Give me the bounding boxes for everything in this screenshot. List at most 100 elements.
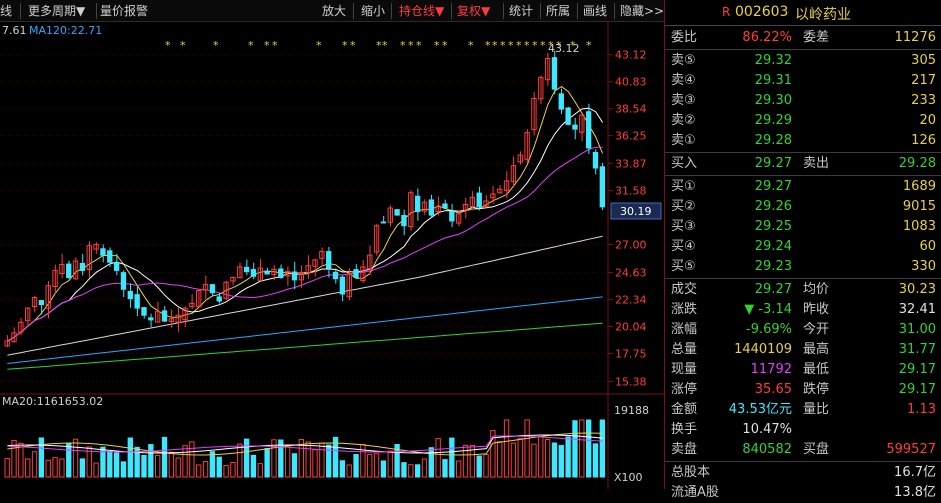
volume-bar <box>353 454 359 478</box>
ask-price[interactable]: 29.28 <box>755 131 792 151</box>
toolbar-separator <box>20 3 21 19</box>
toolbar-zoom-in-button[interactable]: 放大 <box>322 3 346 19</box>
toolbar-position-line-button[interactable]: 持仓线▼ <box>399 3 444 19</box>
toolbar-more-period-button[interactable]: 更多周期▼ <box>28 3 85 19</box>
stat-value: 32.41 <box>898 302 936 317</box>
sell-out-price[interactable]: 29.28 <box>899 154 936 174</box>
ask-price[interactable]: 29.31 <box>755 71 792 91</box>
stat-row: 总量 1440109 最高 31.77 <box>665 340 941 360</box>
event-star-marker: * <box>516 39 522 52</box>
share-label: 流通A股 <box>671 485 719 500</box>
ask-label: 卖① <box>671 133 696 148</box>
ask-price[interactable]: 29.30 <box>755 91 792 111</box>
toolbar-adjust-button[interactable]: 复权▼ <box>457 3 490 19</box>
bid-label: 买④ <box>671 239 696 254</box>
volume-bar <box>237 443 243 478</box>
ask-row: 卖⑤ 29.32 305 <box>665 51 941 71</box>
candle-body <box>565 107 571 125</box>
toolbar-line-button[interactable]: 线 <box>0 3 12 19</box>
ma5-line <box>7 85 604 342</box>
bid-price[interactable]: 29.26 <box>755 197 792 217</box>
stock-name[interactable]: 以岭药业 <box>795 4 851 24</box>
candle-body <box>585 111 592 149</box>
ask-row: 卖④ 29.31 217 <box>665 71 941 91</box>
candle-body <box>38 300 45 306</box>
toolbar-hide-button[interactable]: 隐藏>> <box>620 3 664 19</box>
toolbar-separator <box>577 3 578 19</box>
stat-label: 总量 <box>671 342 698 357</box>
volume-bar <box>442 459 448 478</box>
candle-body <box>100 248 106 256</box>
stat-value: 29.27 <box>754 282 792 297</box>
bid-price[interactable]: 29.25 <box>755 217 792 237</box>
event-star-marker: * <box>382 39 388 52</box>
candle-body <box>442 203 448 209</box>
toolbar-stats-button[interactable]: 统计 <box>509 3 533 19</box>
volume-max-label: 19188 <box>614 404 649 417</box>
event-star-marker: * <box>485 39 491 52</box>
bid-quantity: 60 <box>919 239 936 254</box>
toolbar-draw-line-button[interactable]: 画线 <box>583 3 607 19</box>
volume-bar <box>120 461 127 478</box>
stat-row: 现量 11792 最低 29.17 <box>665 360 941 380</box>
volume-bar <box>551 442 558 478</box>
stat-value: 29.17 <box>898 362 936 377</box>
toolbar-price-alert-button[interactable]: 量价报警 <box>100 3 148 19</box>
ask-price[interactable]: 29.29 <box>755 111 792 131</box>
event-star-marker: * <box>316 39 322 52</box>
bid-price[interactable]: 29.23 <box>755 257 792 277</box>
bid-price[interactable]: 29.24 <box>755 237 792 257</box>
volume-bar <box>503 419 510 478</box>
bid-price[interactable]: 29.27 <box>755 177 792 197</box>
candle-body <box>339 276 346 295</box>
bid-row: 买① 29.27 1689 <box>665 177 941 197</box>
buy-in-label[interactable]: 买入 <box>671 154 697 174</box>
stat-label: 最低 <box>803 362 830 377</box>
candle-body <box>353 269 359 278</box>
candle-body <box>216 296 222 302</box>
share-value: 16.7亿 <box>894 465 936 480</box>
candle-body <box>120 272 127 290</box>
buy-in-price[interactable]: 29.27 <box>755 154 792 174</box>
stat-label: 成交 <box>671 282 698 297</box>
toolbar-belongs-button[interactable]: 所属 <box>546 3 570 19</box>
volume-bar <box>312 449 318 478</box>
stat-value: 31.77 <box>898 342 936 357</box>
sell-out-label[interactable]: 卖出 <box>803 154 829 174</box>
stat-row: 换手 10.47% <box>665 420 941 440</box>
volume-bar <box>373 453 380 478</box>
stat-label: 涨停 <box>671 382 698 397</box>
stat-value: 35.65 <box>754 382 792 397</box>
volume-bar <box>435 438 441 478</box>
candle-body <box>476 192 482 208</box>
stock-code-prefix: R <box>722 5 731 19</box>
price-tick-label: 15.38 <box>615 375 647 388</box>
candle-body <box>599 166 606 208</box>
event-star-marker: * <box>468 39 474 52</box>
stat-row: 金额 43.53亿元 量比 1.13 <box>665 400 941 420</box>
volume-bar <box>148 444 154 478</box>
stock-code[interactable]: 002603 <box>735 4 788 20</box>
volume-bar <box>257 463 263 478</box>
kline-chart[interactable]: * * * * * * * * * * * * * * * * * * * * * * * * * * * * * 43.12 40.83… <box>0 22 664 489</box>
volume-bar <box>483 453 489 478</box>
bid-quantity: 330 <box>911 259 936 274</box>
candle-body <box>291 271 298 281</box>
panel-divider <box>665 175 941 176</box>
candle-body <box>380 221 387 224</box>
toolbar-zoom-out-button[interactable]: 缩小 <box>361 3 385 19</box>
price-tick-label: 43.12 <box>615 49 647 62</box>
volume-bar <box>456 460 462 478</box>
volume-ma20-label: MA20:1161653.02 <box>2 395 103 408</box>
event-star-marker: * <box>492 39 498 52</box>
volume-bar <box>401 462 407 478</box>
ask-price[interactable]: 29.32 <box>755 51 792 71</box>
bid-quantity: 1083 <box>902 219 936 234</box>
volume-bar <box>387 450 393 478</box>
kline-chart-svg[interactable]: * * * * * * * * * * * * * * * * * * * * * * * * * * * * * 43.1240.83… <box>0 22 664 489</box>
volume-bar <box>45 459 51 478</box>
event-star-marker: * <box>350 39 356 52</box>
volume-bar <box>93 462 99 478</box>
stat-value: 30.23 <box>898 282 936 297</box>
stat-row: 成交 29.27 均价 30.23 <box>665 280 941 300</box>
